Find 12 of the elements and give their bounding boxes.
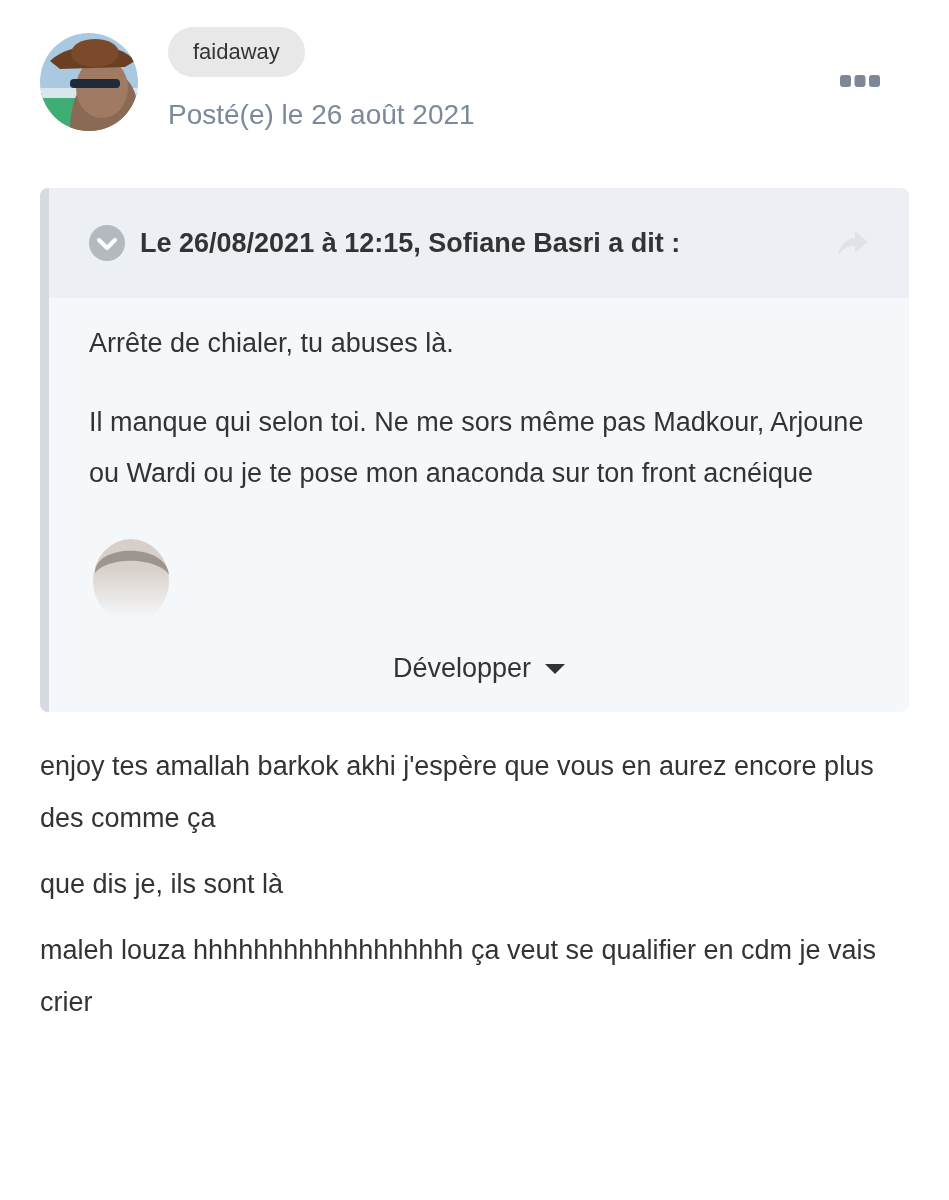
quote-text: Il manque qui selon toi. Ne me sors même pas Madkour, Arjoune ou Wardi ou je te pose mon anaconda sur ton front acnéique [89,406,865,490]
caret-icon [545,663,566,674]
collapse-icon[interactable] [89,225,125,261]
quote-citation: Le 26/08/2021 à 12:15, Sofiane Basri a dit : [140,227,681,259]
post-date: Posté(e) le 26 août 2021 [168,99,475,131]
username-badge[interactable]: faidaway [168,27,305,77]
quote-text: Arrête de chialer, tu abuses là. [89,327,455,360]
post-text: que dis je, ils sont là [40,868,285,901]
more-icon[interactable] [840,75,880,87]
post-text: enjoy tes amallah barkok akhi j'espère que vous en aurez encore plus des comme ça [40,750,875,835]
expand-button[interactable]: Développer [384,649,574,688]
post-text: maleh louza hhhhhhhhhhhhhhhhhh ça veut se qualifier en cdm je vais crier [40,934,878,1019]
